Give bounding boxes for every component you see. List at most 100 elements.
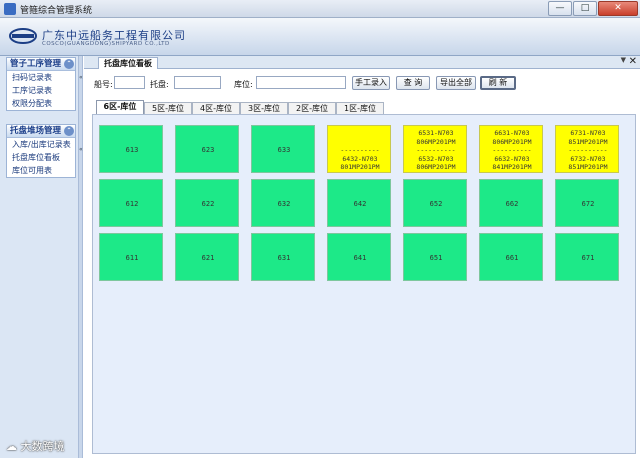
app-icon [4,3,16,15]
cell-occupancy-line: ---------- [568,146,608,154]
query-toolbar: 船号: 托盘: 库位: 手工录入 查 询 导出全部 刷 新 [84,69,640,97]
window-controls: — □ ✕ [548,1,638,16]
company-name-en: COSCO(GUANGDONG)SHIPYARD CO.,LTD [42,41,170,47]
location-cell-661[interactable]: 661 [479,233,543,281]
cell-occupancy-line: 801MP201PM [340,163,380,171]
location-input[interactable] [256,76,346,89]
cell-occupancy-line: 841MP201PM [492,163,532,171]
sidebar-item-process-records[interactable]: 工序记录表 [7,84,75,97]
location-label: 库位: [234,80,253,89]
location-cell-611[interactable]: 611 [99,233,163,281]
chevron-left-icon[interactable]: « [79,146,83,153]
location-cell-652[interactable]: 652 [403,179,467,227]
maximize-button[interactable]: □ [573,1,597,16]
refresh-button[interactable]: 刷 新 [480,76,516,90]
document-tabstrip: 托盘库位看板 ▼ ✕ [84,56,640,69]
close-button[interactable]: ✕ [598,1,638,16]
sidebar-item-scan-records[interactable]: 扫码记录表 [7,71,75,84]
close-tab-icon[interactable]: ✕ [629,56,637,67]
cell-occupancy-line: ---------- [492,146,532,154]
location-cell-622[interactable]: 622 [175,179,239,227]
cell-occupancy-line: 806MP201PM [416,137,456,146]
title-bar: 管箍综合管理系统 — □ ✕ [0,0,640,18]
cell-occupancy-line: 6632-N703 [494,154,530,163]
location-cell-672[interactable]: 672 [555,179,619,227]
cell-location-id: 621 [201,254,215,262]
cell-occupancy-line: 6432-N703 [342,154,378,163]
sidebar-section-pipe-process: 管子工序管理 ⌃ 扫码记录表 工序记录表 权限分配表 [6,57,76,111]
sidebar-item-pallet-board[interactable]: 托盘库位看板 [7,151,75,164]
tab-zone-3[interactable]: 3区-库位 [240,102,288,114]
location-cell-623[interactable]: 623 [175,125,239,173]
cell-location-id: 662 [505,200,519,208]
cell-location-id: 623 [201,146,215,154]
cell-occupancy-line: 806MP201PM [416,163,456,171]
location-cell-612[interactable]: 612 [99,179,163,227]
location-cell-632[interactable]: 632 [251,179,315,227]
sidebar-section-header[interactable]: 管子工序管理 ⌃ [7,58,75,71]
cell-occupancy-line: 806MP201PM [492,137,532,146]
window-title: 管箍综合管理系统 [20,6,93,16]
location-board: 613 623 633 ---------- 6432-N703 801MP201PM 65… [92,114,636,454]
location-cell-642[interactable]: 642 [327,179,391,227]
cell-location-id: 671 [581,254,595,262]
tab-zone-5[interactable]: 5区-库位 [144,102,192,114]
cell-location-id: 622 [201,200,215,208]
cosco-logo-icon [9,28,37,44]
pallet-input[interactable] [174,76,221,89]
cell-occupancy-line: 851MP201PM [568,163,608,171]
chevron-left-icon[interactable]: « [79,74,83,81]
location-cell-671[interactable]: 671 [555,233,619,281]
watermark-text: 大数跨境 [20,440,65,453]
cell-location-id: 652 [429,200,443,208]
location-cell-613[interactable]: 613 [99,125,163,173]
tab-zone-1[interactable]: 1区-库位 [336,102,384,114]
ship-input[interactable] [114,76,145,89]
chevron-down-icon[interactable]: ▼ [621,56,626,64]
ship-label: 船号: [94,80,113,89]
location-cell-643[interactable]: ---------- 6432-N703 801MP201PM [327,125,391,173]
cell-occupancy-line: 6531-N703 [418,129,454,137]
location-cell-662[interactable]: 662 [479,179,543,227]
splitter[interactable]: « « [78,56,83,458]
cell-occupancy-line: 6631-N703 [494,129,530,137]
main-area: 托盘库位看板 ▼ ✕ 船号: 托盘: 库位: 手工录入 查 询 导出全部 刷 新… [84,56,640,458]
location-cell-633[interactable]: 633 [251,125,315,173]
location-cell-641[interactable]: 641 [327,233,391,281]
cell-location-id: 611 [125,254,139,262]
collapse-icon[interactable]: ⌃ [64,59,74,69]
manual-entry-button[interactable]: 手工录入 [352,76,390,90]
minimize-button[interactable]: — [548,1,572,16]
location-cell-673[interactable]: 6731-N703 851MP201PM ---------- 6732-N703 85… [555,125,619,173]
location-cell-651[interactable]: 651 [403,233,467,281]
pallet-label: 托盘: [150,80,169,89]
cell-location-id: 672 [581,200,595,208]
tab-zone-4[interactable]: 4区-库位 [192,102,240,114]
cell-location-id: 612 [125,200,139,208]
cell-location-id: 631 [277,254,291,262]
sidebar-section-header[interactable]: 托盘堆场管理 ⌃ [7,125,75,138]
location-cell-631[interactable]: 631 [251,233,315,281]
sidebar-item-location-availability[interactable]: 库位可用表 [7,164,75,177]
sidebar-item-permissions[interactable]: 权限分配表 [7,97,75,110]
location-cell-663[interactable]: 6631-N703 806MP201PM ---------- 6632-N703 84… [479,125,543,173]
cell-occupancy-line: 6731-N703 [570,129,606,137]
tab-pallet-board[interactable]: 托盘库位看板 [98,57,158,69]
sidebar-item-in-out-records[interactable]: 入库/出库记录表 [7,138,75,151]
location-cell-653[interactable]: 6531-N703 806MP201PM ---------- 6532-N703 80… [403,125,467,173]
cell-occupancy-line: ---------- [340,146,380,154]
cell-location-id: 641 [353,254,367,262]
tab-zone-6[interactable]: 6区-库位 [96,100,144,114]
watermark-logo-icon: ☁ [6,440,21,453]
sidebar: 管子工序管理 ⌃ 扫码记录表 工序记录表 权限分配表 托盘堆场管理 ⌃ 入库/出… [0,56,78,458]
export-all-button[interactable]: 导出全部 [436,76,476,90]
cell-occupancy-line: 6532-N703 [418,154,454,163]
collapse-icon[interactable]: ⌃ [64,126,74,136]
cell-location-id: 642 [353,200,367,208]
cell-location-id: 651 [429,254,443,262]
tab-zone-2[interactable]: 2区-库位 [288,102,336,114]
query-button[interactable]: 查 询 [396,76,430,90]
company-banner: 广东中远船务工程有限公司 COSCO(GUANGDONG)SHIPYARD CO… [0,18,640,56]
location-cell-621[interactable]: 621 [175,233,239,281]
cell-occupancy-line: ---------- [416,146,456,154]
